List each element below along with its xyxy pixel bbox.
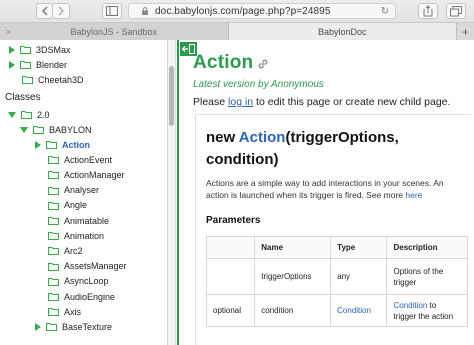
tab-bar: × BabylonJS - Sandbox BabylonDoc +: [0, 22, 474, 40]
folder-icon: [46, 323, 57, 332]
table-row: triggerOptions any Options of the trigge…: [205, 258, 468, 295]
folder-icon: [48, 217, 59, 225]
back-button[interactable]: [36, 3, 53, 19]
column-header: Name: [254, 236, 332, 259]
sidebar-icon: [106, 6, 118, 16]
param-description-link[interactable]: Condition: [393, 301, 427, 310]
class-name-link[interactable]: Action: [239, 129, 286, 146]
chevron-left-icon: [41, 6, 47, 16]
share-button[interactable]: [418, 3, 438, 19]
folder-icon: [20, 61, 31, 69]
show-tabs-button[interactable]: [446, 3, 466, 19]
doc-content: Action Latest version by Anonymous Pleas…: [177, 40, 474, 345]
sidebar-scrollbar[interactable]: [168, 40, 176, 345]
tree-item-label: Action: [62, 139, 90, 150]
param-description: Condition to trigger the action: [386, 294, 468, 327]
tree-item-label: ActionManager: [64, 169, 125, 180]
folder-icon: [48, 277, 59, 286]
expand-arrow-icon[interactable]: [35, 322, 41, 331]
tree-item-label: AudioEngine: [64, 291, 116, 302]
tab-babylonjs-sandbox[interactable]: × BabylonJS - Sandbox: [0, 22, 229, 40]
parameters-heading: Parameters: [206, 215, 261, 226]
browser-chrome: doc.babylonjs.com/page.php?p=24895 ↻ × B…: [0, 0, 474, 40]
tree-item-class[interactable]: BaseTexture: [34, 318, 112, 335]
tab-label: BabylonDoc: [317, 26, 367, 37]
tree-item-label: Analyser: [64, 185, 100, 196]
tree-item-label: Axis: [64, 306, 82, 317]
folder-icon: [46, 141, 57, 149]
class-card: new Action(triggerOptions, condition) Ac…: [195, 114, 471, 345]
param-name: triggerOptions: [254, 258, 332, 295]
collapse-arrow-icon[interactable]: [8, 111, 16, 118]
folder-icon: [48, 171, 59, 180]
param-name: condition: [254, 294, 332, 327]
table-row: optional condition Condition Condition t…: [205, 294, 468, 327]
lock-icon: [142, 7, 148, 15]
login-link[interactable]: log in: [228, 96, 253, 108]
param-type-link[interactable]: Condition: [330, 294, 388, 327]
tab-label: BabylonJS - Sandbox: [70, 26, 158, 37]
tree-item-label: Arc2: [64, 245, 83, 256]
parameters-table: Name Type Description triggerOptions any…: [205, 236, 468, 327]
tree-item-label: ActionEvent: [64, 154, 113, 165]
tabs-overview-icon: [450, 5, 462, 16]
new-tab-button[interactable]: +: [456, 22, 474, 40]
class-description: Actions are a simple way to add interact…: [206, 178, 444, 200]
accent-bar: [177, 40, 179, 345]
classes-section-label: Classes: [5, 92, 41, 103]
param-type: any: [330, 258, 388, 295]
share-icon: [423, 5, 433, 17]
folder-icon: [48, 186, 59, 195]
docs-sidebar-tree: 3DSMax Blender Cheetah3D Classes 2.0 BAB…: [0, 40, 168, 345]
scrollbar-thumb[interactable]: [169, 66, 174, 126]
browser-toolbar: doc.babylonjs.com/page.php?p=24895 ↻: [0, 0, 474, 22]
folder-icon: [48, 262, 59, 271]
folder-icon: [48, 201, 59, 210]
forward-button[interactable]: [53, 3, 70, 19]
sidebar-toggle-button[interactable]: [102, 3, 122, 19]
url-text: doc.babylonjs.com/page.php?p=24895: [155, 5, 331, 17]
tree-item-label: Animatable: [64, 215, 110, 226]
folder-icon: [20, 46, 31, 54]
folder-icon: [48, 232, 59, 241]
tree-item-label: Animation: [64, 230, 105, 241]
param-description: Options of the trigger: [386, 258, 468, 295]
column-header: Type: [330, 236, 388, 259]
tree-item-label: AsyncLoop: [64, 276, 109, 287]
tree-item-cheetah3d[interactable]: Cheetah3D: [8, 71, 84, 88]
close-icon[interactable]: ×: [6, 27, 11, 37]
expand-arrow-icon[interactable]: [9, 45, 15, 54]
permalink-icon[interactable]: [257, 58, 269, 70]
folder-icon: [48, 156, 59, 165]
tree-item-label: Angle: [64, 200, 88, 211]
constructor-signature: new Action(triggerOptions, condition): [206, 129, 399, 168]
folder-icon: [48, 293, 59, 301]
param-flag: [205, 258, 256, 295]
reload-icon[interactable]: ↻: [381, 6, 389, 17]
see-more-link[interactable]: here: [405, 190, 422, 200]
table-header-row: Name Type Description: [205, 236, 468, 259]
folder-icon: [48, 247, 59, 256]
version-subtitle: Latest version by Anonymous: [193, 79, 324, 90]
chevron-right-icon: [58, 6, 64, 16]
login-prompt: Please log in to edit this page or creat…: [193, 96, 451, 108]
tree-item-label: AssetsManager: [64, 261, 127, 272]
page-title: Action: [193, 52, 254, 73]
folder-icon: [21, 111, 32, 119]
folder-icon: [33, 126, 44, 134]
tab-babylondoc[interactable]: BabylonDoc: [228, 22, 456, 40]
address-bar[interactable]: doc.babylonjs.com/page.php?p=24895 ↻: [128, 3, 396, 19]
folder-icon: [48, 308, 59, 317]
folder-icon: [22, 76, 33, 84]
column-header: [205, 236, 256, 259]
tree-item-label: BaseTexture: [62, 321, 113, 332]
collapse-arrow-icon[interactable]: [20, 126, 28, 133]
expand-arrow-icon[interactable]: [35, 140, 41, 149]
param-flag: optional: [205, 294, 256, 327]
column-header: Description: [386, 236, 468, 259]
expand-arrow-icon[interactable]: [9, 60, 15, 69]
